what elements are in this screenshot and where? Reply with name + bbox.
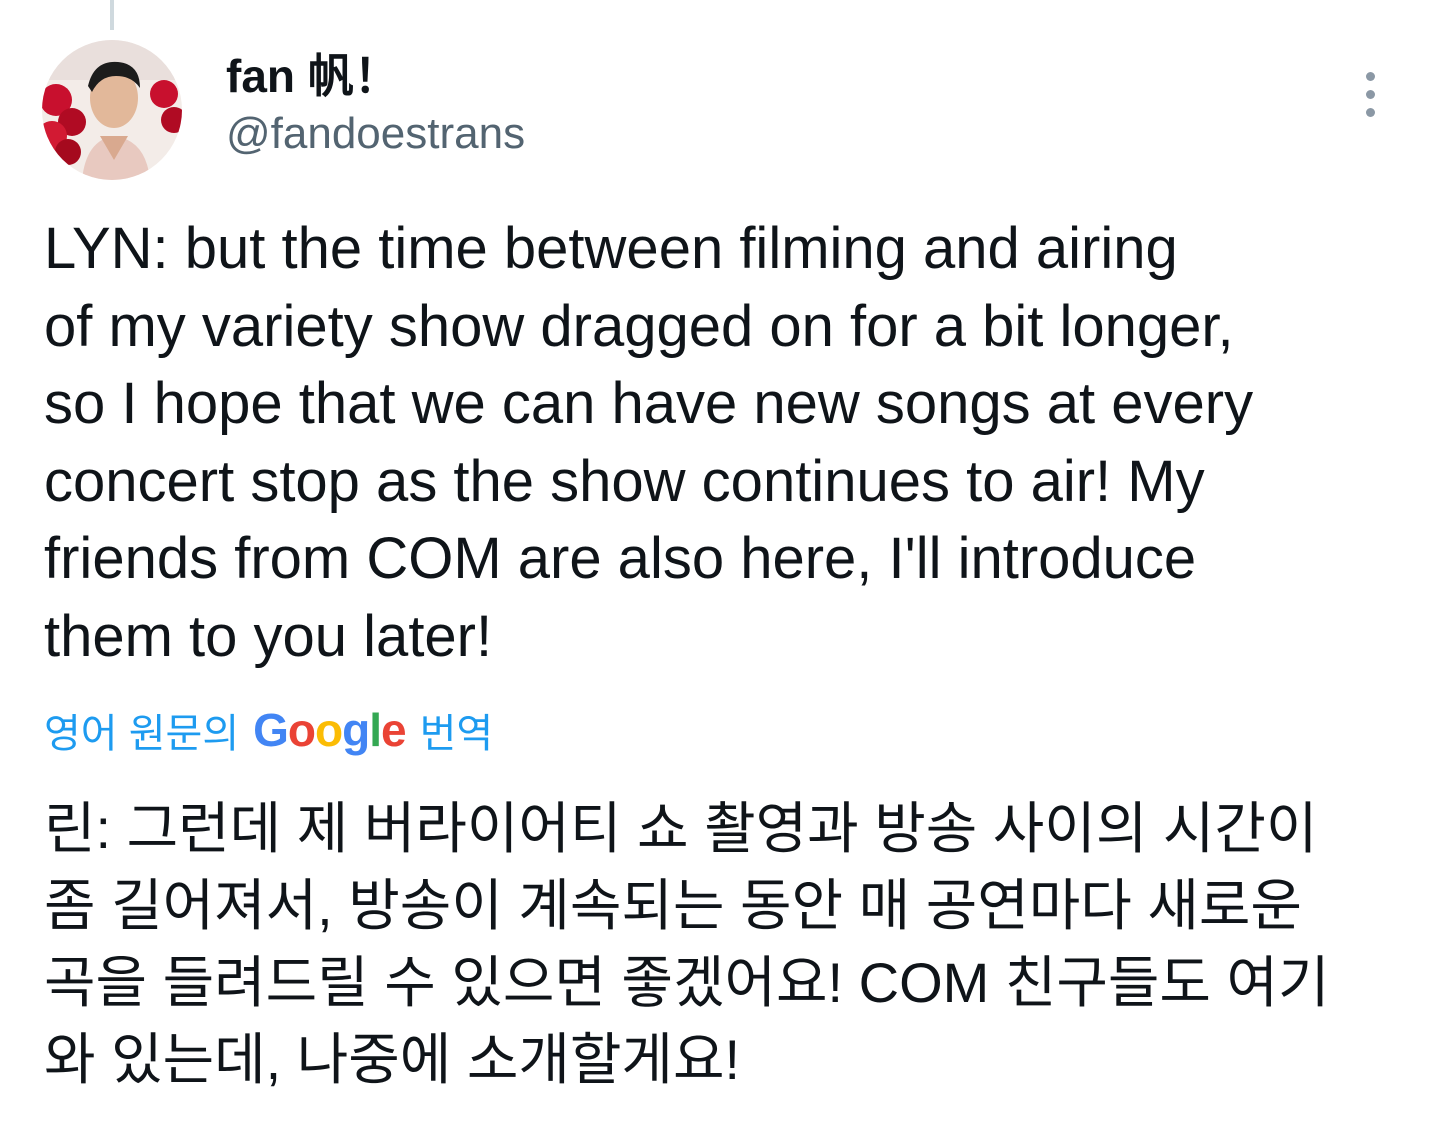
translated-text-line: 곡을 들려드릴 수 있으면 좋겠어요! COM 친구들도 여기 (44, 951, 1330, 1014)
more-vertical-icon-dot (1365, 89, 1375, 99)
tweet-text-line: concert stop as the show continues to ai… (44, 448, 1205, 514)
translation-suffix: 번역 (419, 712, 494, 756)
translated-text-line: 린: 그런데 제 버라이어티 쇼 촬영과 방송 사이의 시간이 (44, 797, 1318, 860)
translation-prefix: 영어 원문의 (44, 712, 240, 756)
google-logo-letter: l (369, 704, 382, 756)
thread-connector-line (110, 0, 114, 30)
tweet-text-line: of my variety show dragged on for a bit … (44, 293, 1234, 359)
author-handle[interactable]: @fandoestrans (226, 106, 525, 162)
avatar[interactable] (42, 40, 182, 180)
google-logo-letter: e (381, 704, 407, 756)
google-logo: Google (253, 703, 407, 757)
tweet-text-line: LYN: but the time between filming and ai… (44, 216, 1178, 281)
tweet-text-line: them to you later! (44, 603, 493, 669)
more-options-button[interactable] (1346, 66, 1394, 122)
translated-text: 린: 그런데 제 버라이어티 쇼 촬영과 방송 사이의 시간이 좀 길어져서, … (44, 790, 1404, 1098)
avatar-image (42, 40, 182, 180)
tweet-text: LYN: but the time between filming and ai… (44, 210, 1404, 675)
author-info[interactable]: fan 帆！ @fandoestrans (226, 48, 525, 162)
google-logo-letter: o (287, 704, 316, 756)
translated-text-line: 와 있는데, 나중에 소개할게요! (44, 1028, 741, 1091)
translation-attribution-link[interactable]: 영어 원문의 Google 번역 (44, 700, 493, 760)
tweet-text-line: friends from COM are also here, I'll int… (44, 526, 1197, 591)
author-display-name[interactable]: fan 帆！ (226, 48, 525, 104)
google-logo-letter: G (253, 704, 289, 756)
translated-text-line: 좀 길어져서, 방송이 계속되는 동안 매 공연마다 새로운 (44, 874, 1302, 937)
google-logo-letter: o (315, 704, 343, 756)
more-vertical-icon-dot (1365, 107, 1375, 117)
google-logo-letter: g (342, 704, 370, 756)
tweet-text-line: so I hope that we can have new songs at … (44, 371, 1254, 436)
more-vertical-icon (1365, 71, 1375, 81)
